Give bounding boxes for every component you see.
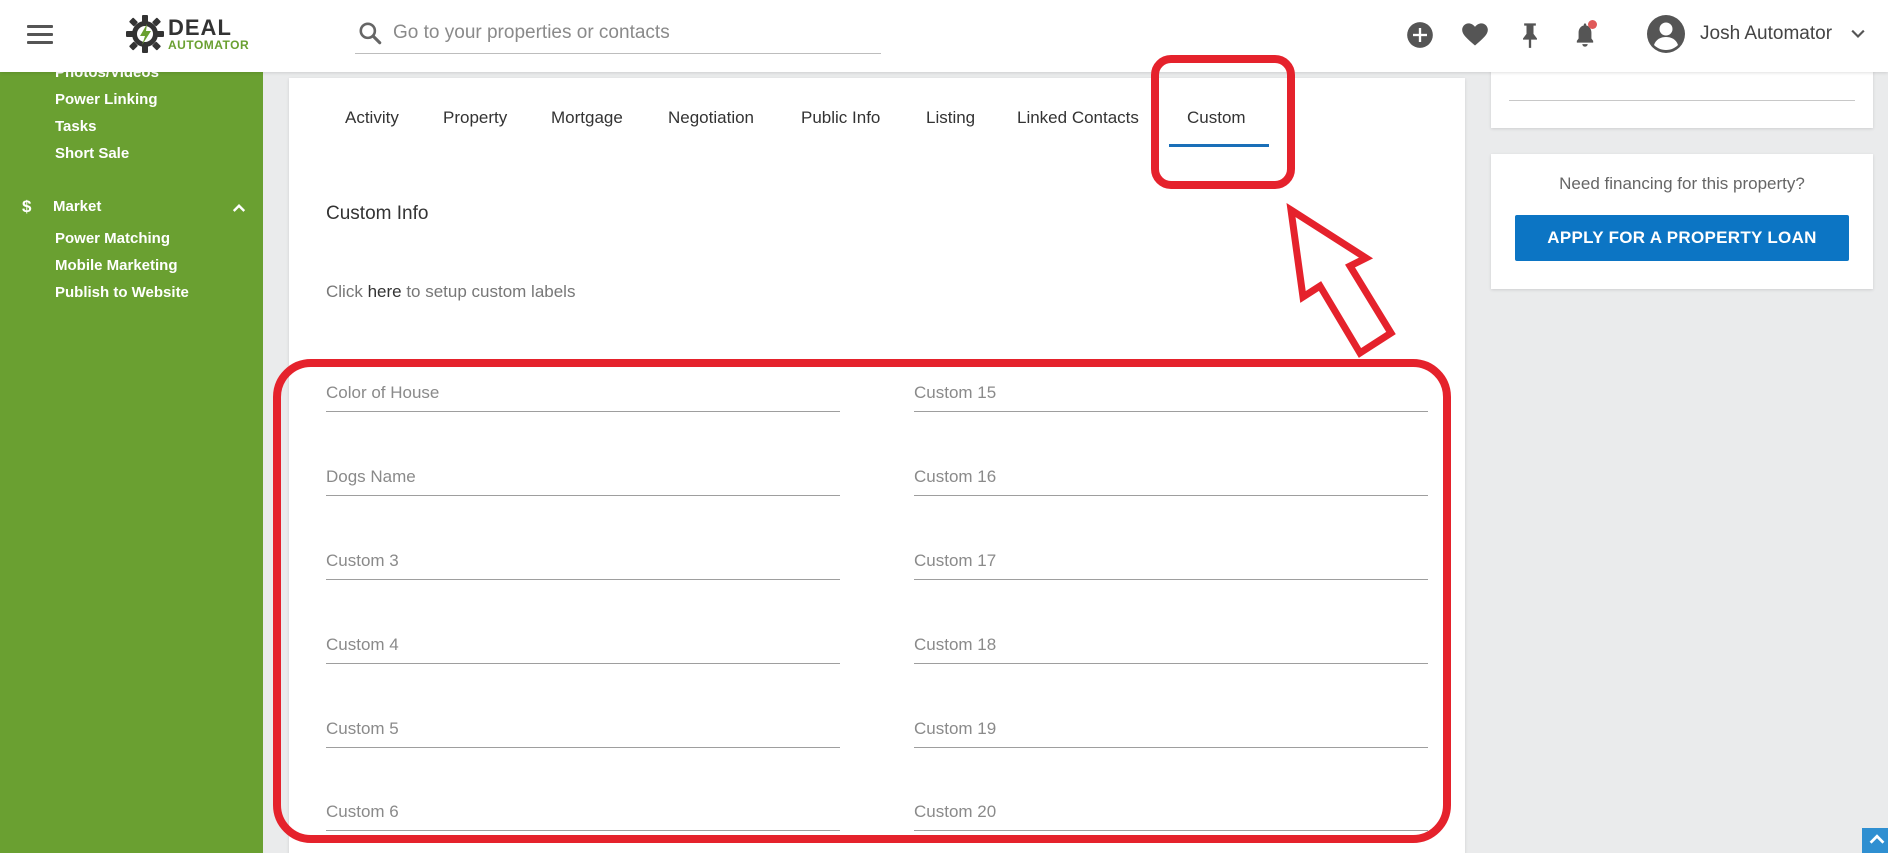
tab-mortgage[interactable]: Mortgage (551, 108, 623, 128)
sidebar-section-label: Market (53, 198, 102, 215)
top-bar: DEAL AUTOMATOR Josh Automator (0, 0, 1888, 72)
annotation-highlight-custom-fields (273, 359, 1451, 843)
sidebar: Photos/Videos Power Linking Tasks Short … (0, 72, 263, 853)
annotation-highlight-custom-tab (1151, 55, 1295, 189)
user-name: Josh Automator (1700, 23, 1833, 44)
logo-word-deal: DEAL (168, 15, 232, 40)
chevron-up-icon (1869, 834, 1885, 844)
sidebar-item-power-matching[interactable]: Power Matching (55, 230, 170, 247)
sidebar-item-tasks[interactable]: Tasks (55, 118, 96, 135)
financing-question: Need financing for this property? (1559, 174, 1805, 193)
user-avatar-icon (1647, 15, 1685, 53)
notification-dot (1588, 20, 1597, 29)
gear-logo-icon (126, 15, 164, 53)
favorites-heart-icon[interactable] (1460, 20, 1490, 50)
sidebar-item-publish-to-website[interactable]: Publish to Website (55, 284, 189, 301)
add-icon[interactable] (1405, 20, 1435, 50)
right-panel-card (1491, 70, 1873, 128)
tab-public-info[interactable]: Public Info (801, 108, 880, 128)
logo-word-automator: AUTOMATOR (168, 38, 250, 52)
global-search (355, 12, 881, 54)
financing-card: Need financing for this property? APPLY … (1491, 154, 1873, 289)
search-input[interactable] (393, 21, 863, 44)
pin-icon[interactable] (1515, 20, 1545, 50)
dollar-icon: $ (22, 197, 32, 216)
menu-icon[interactable] (27, 25, 53, 47)
hint-text-before: Click (326, 282, 368, 301)
user-menu[interactable]: Josh Automator (1646, 14, 1868, 54)
sidebar-section-market[interactable]: $ Market (18, 197, 248, 221)
sidebar-item-mobile-marketing[interactable]: Mobile Marketing (55, 257, 178, 274)
sidebar-item-photos-videos[interactable]: Photos/Videos (55, 72, 159, 81)
chevron-down-icon[interactable] (1848, 24, 1868, 44)
search-icon[interactable] (357, 20, 383, 46)
custom-labels-hint: Click here to setup custom labels (326, 282, 575, 302)
tab-activity[interactable]: Activity (345, 108, 399, 128)
tab-property[interactable]: Property (443, 108, 507, 128)
apply-property-loan-button[interactable]: APPLY FOR A PROPERTY LOAN (1515, 215, 1849, 261)
deal-automator-logo[interactable]: DEAL AUTOMATOR (124, 12, 249, 56)
hint-text-after: to setup custom labels (401, 282, 576, 301)
sidebar-item-short-sale[interactable]: Short Sale (55, 145, 129, 162)
scroll-to-top-button[interactable] (1862, 828, 1888, 853)
section-title: Custom Info (326, 203, 429, 224)
tab-linked-contacts[interactable]: Linked Contacts (1017, 108, 1139, 128)
tab-listing[interactable]: Listing (926, 108, 975, 128)
setup-custom-labels-link[interactable]: here (368, 282, 402, 301)
chevron-up-icon[interactable] (230, 199, 248, 217)
notifications-bell-icon[interactable] (1570, 20, 1600, 50)
sidebar-item-power-linking[interactable]: Power Linking (55, 91, 158, 108)
tab-negotiation[interactable]: Negotiation (668, 108, 754, 128)
divider (1509, 100, 1855, 101)
